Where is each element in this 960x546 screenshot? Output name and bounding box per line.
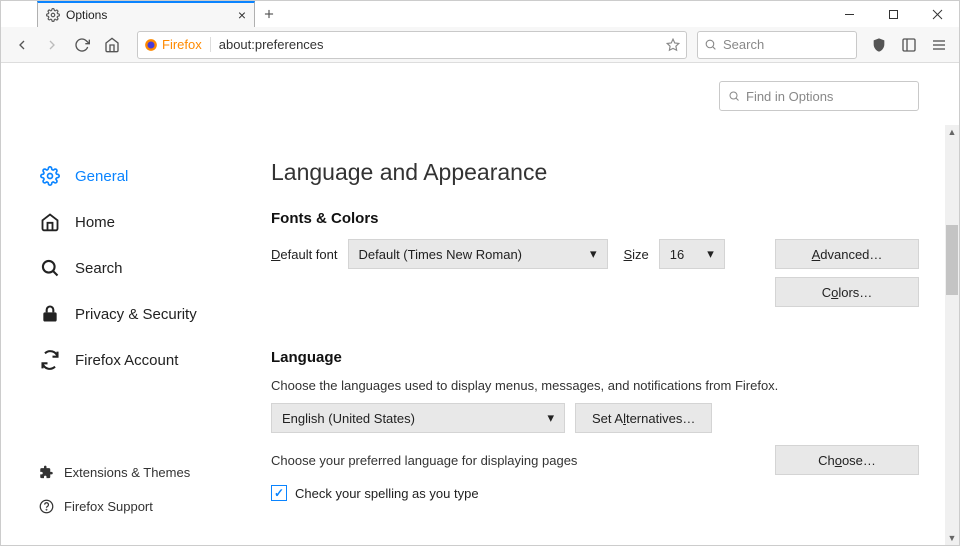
- scrollbar[interactable]: ▲ ▼: [945, 125, 959, 545]
- shield-icon[interactable]: [867, 33, 891, 57]
- display-language-select[interactable]: English (United States) ▾: [271, 403, 565, 433]
- help-icon: [39, 499, 54, 514]
- minimize-button[interactable]: [827, 1, 871, 27]
- preferred-language-row: Choose your preferred language for displ…: [271, 445, 919, 475]
- sidebar-label: Home: [75, 214, 115, 231]
- lock-icon: [39, 303, 61, 325]
- toolbar-right: [867, 33, 951, 57]
- url-text: about:preferences: [219, 37, 666, 52]
- titlebar: Options ×: [1, 1, 959, 27]
- gear-icon: [46, 8, 60, 22]
- default-font-select[interactable]: Default (Times New Roman) ▾: [348, 239, 608, 269]
- search-icon: [728, 90, 740, 102]
- library-icon[interactable]: [897, 33, 921, 57]
- language-select-row: English (United States) ▾ Set Alternativ…: [271, 403, 919, 433]
- search-bar[interactable]: Search: [697, 31, 857, 59]
- scroll-up-icon[interactable]: ▲: [945, 125, 959, 139]
- home-icon: [39, 211, 61, 233]
- advanced-fonts-button[interactable]: Advanced…: [775, 239, 919, 269]
- sidebar-item-account[interactable]: Firefox Account: [39, 337, 261, 383]
- firefox-icon: [144, 38, 158, 52]
- sync-icon: [39, 349, 61, 371]
- search-icon: [39, 257, 61, 279]
- sidebar-bottom: Extensions & Themes Firefox Support: [39, 455, 190, 523]
- default-font-label: Default font: [271, 247, 338, 262]
- sidebar: General Home Search Privacy & Security F…: [1, 63, 261, 545]
- back-button[interactable]: [9, 32, 35, 58]
- language-desc-2: Choose your preferred language for displ…: [271, 453, 577, 468]
- puzzle-icon: [39, 465, 54, 480]
- find-placeholder: Find in Options: [746, 89, 833, 104]
- language-heading: Language: [271, 349, 919, 366]
- extensions-link[interactable]: Extensions & Themes: [39, 455, 190, 489]
- sidebar-label: Search: [75, 260, 123, 277]
- colors-row: Colors…: [271, 277, 919, 307]
- sidebar-label: General: [75, 168, 128, 185]
- chevron-down-icon: ▾: [547, 410, 554, 426]
- sidebar-label: Firefox Account: [75, 352, 178, 369]
- search-icon: [704, 38, 717, 51]
- sidebar-item-home[interactable]: Home: [39, 199, 261, 245]
- tab-title: Options: [66, 8, 107, 22]
- display-language-value: English (United States): [282, 411, 415, 426]
- spellcheck-label: Check your spelling as you type: [295, 486, 479, 501]
- scroll-down-icon[interactable]: ▼: [945, 531, 959, 545]
- maximize-button[interactable]: [871, 1, 915, 27]
- forward-button[interactable]: [39, 32, 65, 58]
- language-desc-1: Choose the languages used to display men…: [271, 378, 919, 393]
- toolbar: Firefox about:preferences Search: [1, 27, 959, 63]
- extensions-label: Extensions & Themes: [64, 465, 190, 480]
- identity-label: Firefox: [162, 37, 202, 52]
- search-placeholder: Search: [723, 37, 764, 52]
- support-label: Firefox Support: [64, 499, 153, 514]
- font-size-select[interactable]: 16 ▾: [659, 239, 725, 269]
- default-font-row: Default font Default (Times New Roman) ▾…: [271, 239, 919, 269]
- close-window-button[interactable]: [915, 1, 959, 27]
- home-button[interactable]: [99, 32, 125, 58]
- support-link[interactable]: Firefox Support: [39, 489, 190, 523]
- sidebar-item-privacy[interactable]: Privacy & Security: [39, 291, 261, 337]
- scroll-thumb[interactable]: [946, 225, 958, 295]
- spellcheck-row: Check your spelling as you type: [271, 485, 919, 501]
- section-title: Language and Appearance: [271, 159, 919, 186]
- sidebar-label: Privacy & Security: [75, 306, 197, 323]
- tabstrip: Options ×: [1, 1, 827, 27]
- bookmark-star-icon[interactable]: [666, 38, 680, 52]
- gear-icon: [39, 165, 61, 187]
- browser-tab[interactable]: Options ×: [37, 1, 255, 27]
- main-panel: Find in Options Language and Appearance …: [261, 63, 959, 545]
- colors-button[interactable]: Colors…: [775, 277, 919, 307]
- find-in-options-input[interactable]: Find in Options: [719, 81, 919, 111]
- fonts-colors-heading: Fonts & Colors: [271, 210, 919, 227]
- default-font-value: Default (Times New Roman): [359, 247, 523, 262]
- spellcheck-checkbox[interactable]: [271, 485, 287, 501]
- set-alternatives-button[interactable]: Set Alternatives…: [575, 403, 712, 433]
- choose-languages-button[interactable]: Choose…: [775, 445, 919, 475]
- chevron-down-icon: ▾: [590, 246, 597, 262]
- reload-button[interactable]: [69, 32, 95, 58]
- identity-box[interactable]: Firefox: [144, 37, 211, 52]
- new-tab-button[interactable]: [255, 1, 283, 27]
- menu-icon[interactable]: [927, 33, 951, 57]
- window-controls: [827, 1, 959, 27]
- chevron-down-icon: ▾: [707, 246, 714, 262]
- close-tab-icon[interactable]: ×: [238, 7, 246, 23]
- sidebar-item-general[interactable]: General: [39, 153, 261, 199]
- font-size-value: 16: [670, 247, 684, 262]
- url-bar[interactable]: Firefox about:preferences: [137, 31, 687, 59]
- size-label: Size: [624, 247, 649, 262]
- content-area: General Home Search Privacy & Security F…: [1, 63, 959, 545]
- sidebar-item-search[interactable]: Search: [39, 245, 261, 291]
